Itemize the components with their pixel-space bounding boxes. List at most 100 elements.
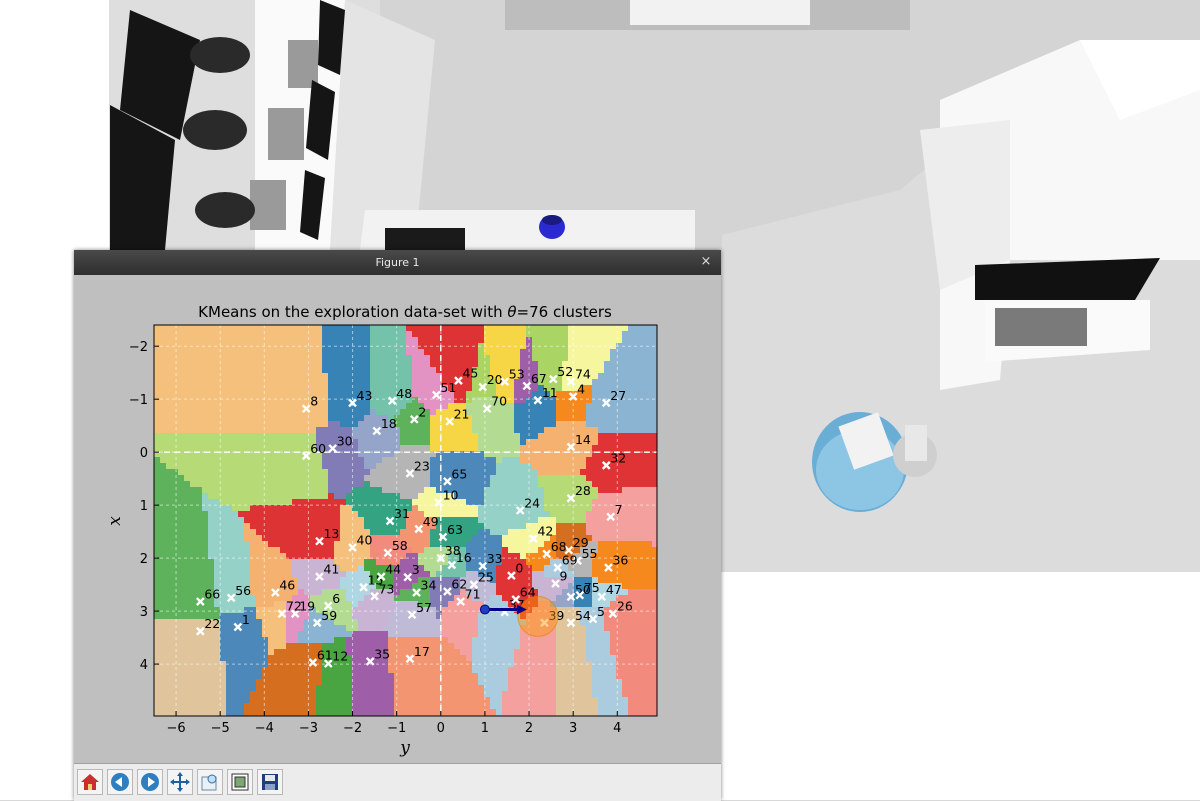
voronoi-cell xyxy=(262,391,268,397)
voronoi-cell xyxy=(466,625,472,631)
voronoi-cell xyxy=(634,511,640,517)
voronoi-cell xyxy=(580,499,586,505)
voronoi-cell xyxy=(544,457,550,463)
voronoi-cell xyxy=(184,385,190,391)
voronoi-cell xyxy=(226,535,232,541)
close-icon[interactable]: × xyxy=(699,254,713,270)
voronoi-cell xyxy=(388,673,394,679)
voronoi-cell xyxy=(298,367,304,373)
voronoi-cell xyxy=(640,421,646,427)
voronoi-cell xyxy=(652,523,657,529)
voronoi-cell xyxy=(634,601,640,607)
voronoi-cell xyxy=(592,367,598,373)
voronoi-cell xyxy=(556,649,562,655)
voronoi-cell xyxy=(310,571,316,577)
voronoi-cell xyxy=(292,541,298,547)
voronoi-cell xyxy=(208,403,214,409)
voronoi-cell xyxy=(238,649,244,655)
voronoi-cell xyxy=(358,403,364,409)
voronoi-cell xyxy=(496,415,502,421)
voronoi-cell xyxy=(382,637,388,643)
voronoi-cell xyxy=(250,469,256,475)
voronoi-cell xyxy=(550,433,556,439)
voronoi-cell xyxy=(388,607,394,613)
voronoi-cell xyxy=(472,619,478,625)
voronoi-cell xyxy=(466,385,472,391)
voronoi-cell xyxy=(190,613,196,619)
voronoi-cell xyxy=(250,547,256,553)
voronoi-cell xyxy=(376,511,382,517)
voronoi-cell xyxy=(442,409,448,415)
voronoi-cell xyxy=(556,331,562,337)
voronoi-cell xyxy=(262,427,268,433)
voronoi-cell xyxy=(460,349,466,355)
voronoi-cell xyxy=(172,367,178,373)
voronoi-cell xyxy=(244,679,250,685)
voronoi-cell xyxy=(208,355,214,361)
voronoi-cell xyxy=(520,475,526,481)
voronoi-cell xyxy=(310,361,316,367)
voronoi-cell xyxy=(316,433,322,439)
voronoi-cell xyxy=(508,583,514,589)
voronoi-cell xyxy=(520,637,526,643)
voronoi-cell xyxy=(460,565,466,571)
voronoi-cell xyxy=(256,613,262,619)
voronoi-cell xyxy=(532,517,538,523)
voronoi-cell xyxy=(154,619,160,625)
voronoi-cell xyxy=(652,469,657,475)
voronoi-cell xyxy=(388,637,394,643)
voronoi-cell xyxy=(454,397,460,403)
voronoi-cell xyxy=(166,529,172,535)
voronoi-cell xyxy=(280,421,286,427)
voronoi-cell xyxy=(304,673,310,679)
voronoi-cell xyxy=(544,637,550,643)
voronoi-cell xyxy=(646,469,652,475)
voronoi-cell xyxy=(424,637,430,643)
voronoi-cell xyxy=(580,655,586,661)
voronoi-cell xyxy=(208,445,214,451)
voronoi-cell xyxy=(244,517,250,523)
voronoi-cell xyxy=(346,415,352,421)
voronoi-cell xyxy=(220,481,226,487)
voronoi-cell xyxy=(340,385,346,391)
voronoi-cell xyxy=(178,349,184,355)
voronoi-cell xyxy=(184,547,190,553)
voronoi-cell xyxy=(412,583,418,589)
voronoi-cell xyxy=(376,559,382,565)
voronoi-cell xyxy=(322,325,328,331)
voronoi-cell xyxy=(184,379,190,385)
voronoi-cell xyxy=(550,481,556,487)
voronoi-cell xyxy=(190,601,196,607)
voronoi-cell xyxy=(646,481,652,487)
voronoi-cell xyxy=(442,433,448,439)
voronoi-cell xyxy=(226,439,232,445)
voronoi-cell xyxy=(604,325,610,331)
voronoi-cell xyxy=(502,475,508,481)
voronoi-cell xyxy=(358,499,364,505)
voronoi-cell xyxy=(592,421,598,427)
voronoi-cell xyxy=(226,631,232,637)
voronoi-cell xyxy=(268,571,274,577)
voronoi-cell xyxy=(166,433,172,439)
voronoi-cell xyxy=(268,541,274,547)
voronoi-cell xyxy=(178,331,184,337)
voronoi-cell xyxy=(388,367,394,373)
voronoi-cell xyxy=(340,409,346,415)
voronoi-cell xyxy=(364,367,370,373)
voronoi-cell xyxy=(190,625,196,631)
window-titlebar[interactable]: Figure 1 × xyxy=(74,250,721,275)
voronoi-cell xyxy=(280,631,286,637)
voronoi-cell xyxy=(244,415,250,421)
voronoi-cell xyxy=(280,673,286,679)
voronoi-cell xyxy=(292,517,298,523)
voronoi-cell xyxy=(154,583,160,589)
voronoi-cell xyxy=(172,673,178,679)
voronoi-cell xyxy=(346,565,352,571)
voronoi-cell xyxy=(220,457,226,463)
voronoi-cell xyxy=(412,667,418,673)
voronoi-cell xyxy=(340,355,346,361)
voronoi-cell xyxy=(280,643,286,649)
voronoi-cell xyxy=(466,613,472,619)
plot-canvas[interactable]: KMeans on the exploration data-set with … xyxy=(78,279,717,763)
voronoi-cell xyxy=(418,481,424,487)
